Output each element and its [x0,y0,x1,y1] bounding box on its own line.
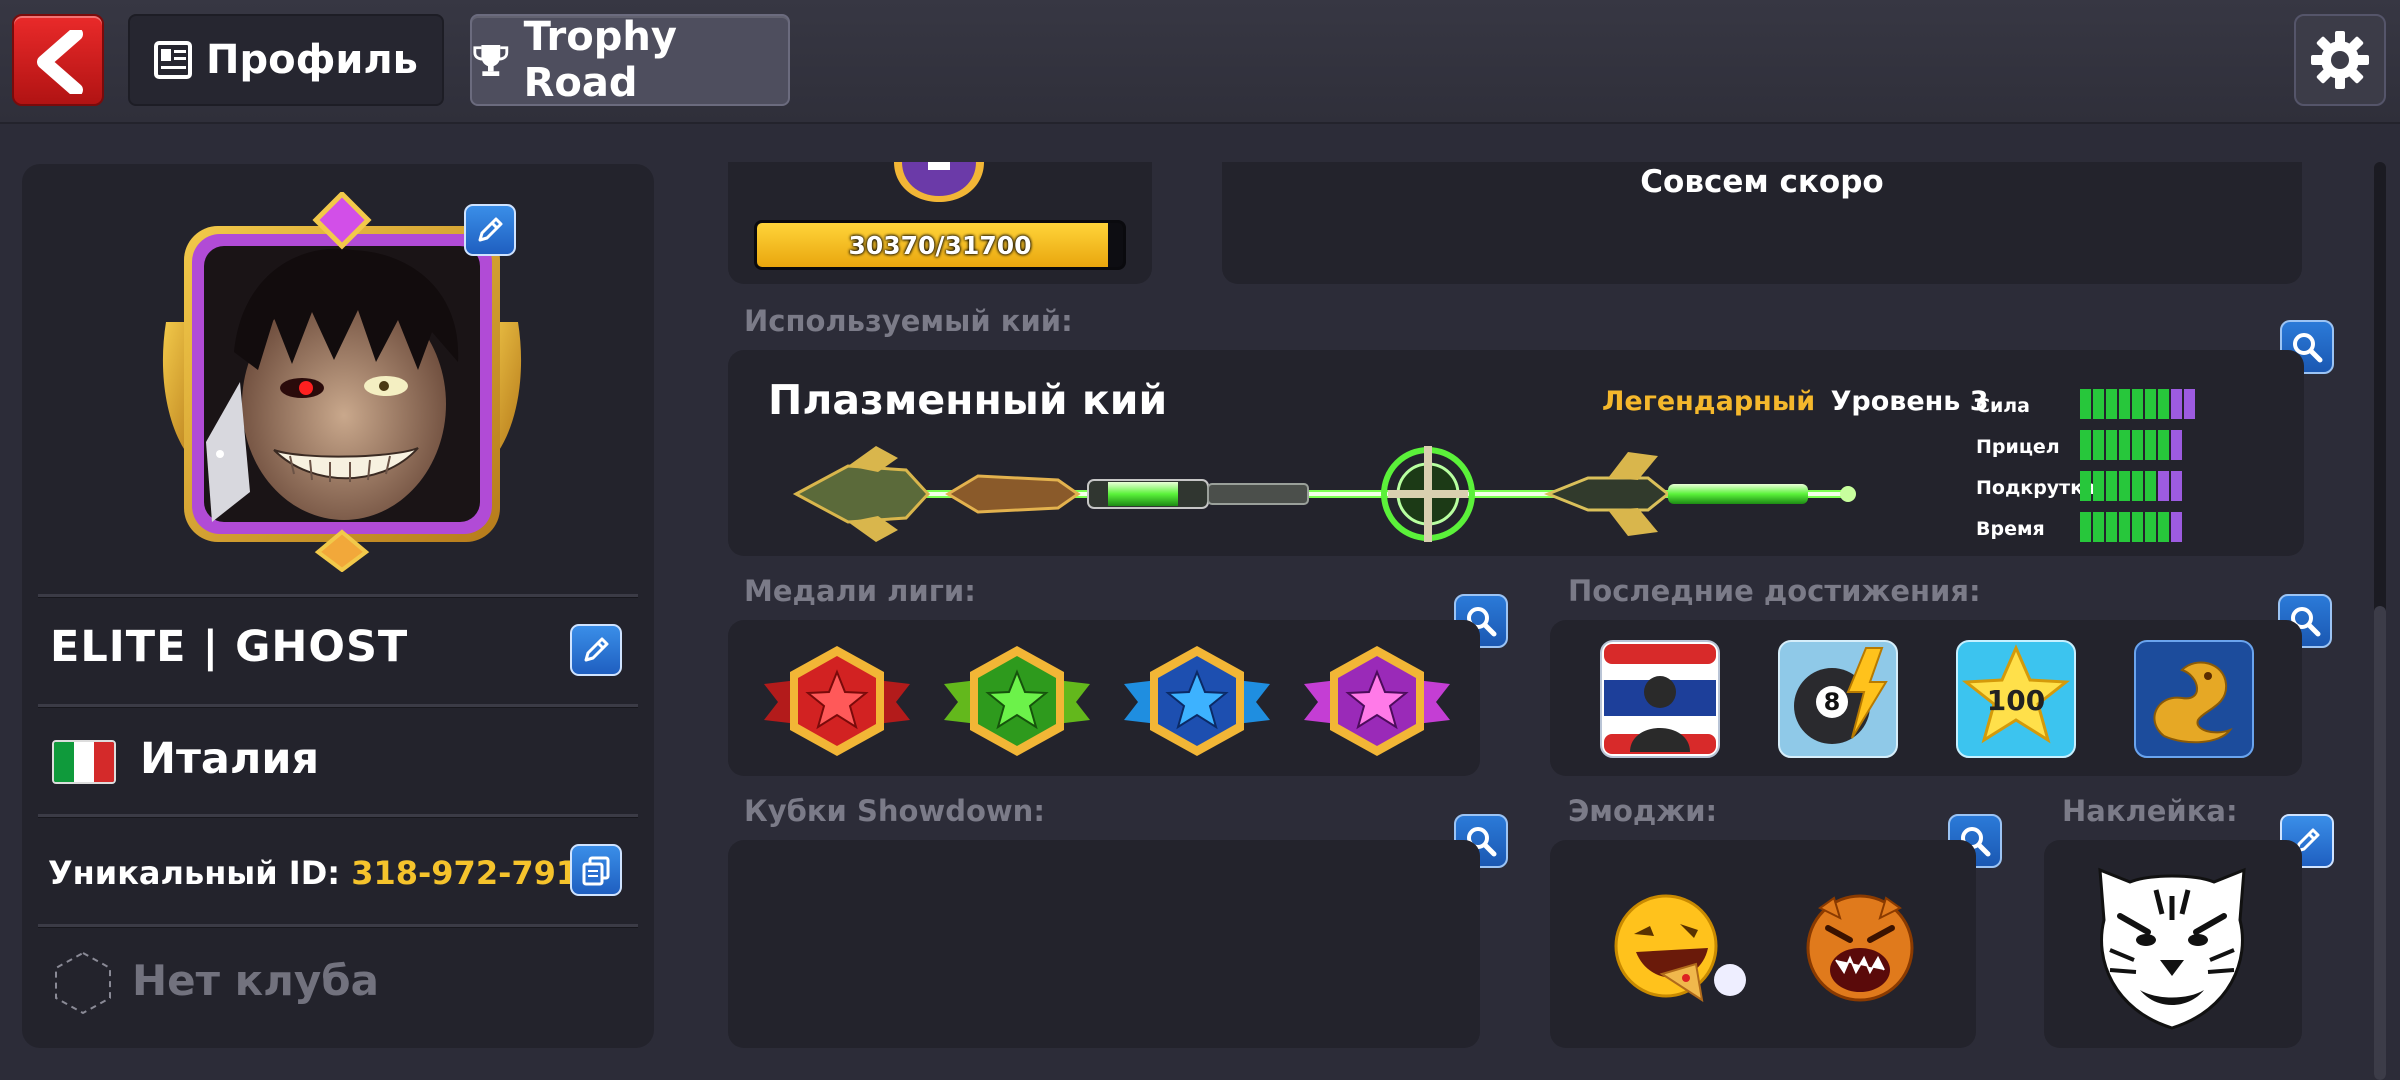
xp-progress-text: 30370/31700 [848,230,1032,260]
scrollbar-thumb[interactable] [2374,606,2386,1080]
stat-cell-upgrade [2171,512,2182,542]
stat-bar [2080,430,2184,464]
cue-stats: Сила Прицел Подкрутка Время [1976,386,2296,556]
stat-label: Время [1976,518,2045,540]
coming-soon-card: Совсем скоро [1222,162,2302,284]
red-star-medal-icon[interactable] [764,644,910,760]
stat-bar [2080,471,2184,505]
stat-label: Подкрутка [1976,477,2096,499]
stat-cell-filled [2158,430,2169,460]
green-star-medal-icon[interactable] [944,644,1090,760]
svg-text:8: 8 [1824,688,1841,716]
league-medals-card [728,620,1480,776]
cue-rarity-level: Легендарный Уровень 3 [1602,386,1989,417]
stat-row-time: Время [1976,509,2184,549]
cue-card: Плазменный кий Легендарный Уровень 3 Сил… [728,350,2304,556]
level-badge-icon [894,162,984,202]
100-star-achievement-icon[interactable]: 100 [1956,640,2076,758]
angry-tiger-emoji-icon[interactable] [1800,888,1920,1008]
stat-label: Сила [1976,395,2030,417]
stat-cell-filled [2119,389,2130,419]
stat-cell-filled [2093,430,2104,460]
showdown-section-label: Кубки Showdown: [744,794,1045,828]
stat-cell-upgrade [2171,430,2182,460]
stat-cell-upgrade [2158,471,2169,501]
stat-cell-filled [2145,471,2156,501]
stat-cell-filled [2132,389,2143,419]
emoji-section-label: Эмоджи: [1568,794,1718,828]
stat-row-aim: Прицел [1976,427,2184,467]
stat-cell-filled [2145,512,2156,542]
stat-cell-filled [2132,430,2143,460]
8-ball-lightning-achievement-icon[interactable]: 8 [1778,640,1898,758]
stat-cell-filled [2106,389,2117,419]
stat-row-power: Сила [1976,386,2197,426]
league-section-label: Медали лиги: [744,574,976,608]
xp-progress-bar: 30370/31700 [754,220,1126,270]
laughing-pizza-emoji-icon[interactable] [1610,890,1750,1010]
sticker-section-label: Наклейка: [2062,794,2238,828]
cue-rarity: Легендарный [1602,386,1816,417]
level-card: 30370/31700 [728,162,1152,284]
stat-cell-filled [2106,471,2117,501]
sticker-card [2044,840,2302,1048]
stat-cell-filled [2119,512,2130,542]
stat-bar [2080,512,2184,546]
thailand-flag-achievement-icon[interactable] [1600,640,1720,758]
stat-cell-filled [2080,512,2091,542]
purple-star-medal-icon[interactable] [1304,644,1450,760]
stat-cell-filled [2106,430,2117,460]
stat-cell-filled [2093,389,2104,419]
stat-cell-filled [2132,471,2143,501]
blue-star-medal-icon[interactable] [1124,644,1270,760]
stat-cell-filled [2119,471,2130,501]
cue-level: Уровень 3 [1830,386,1989,417]
plasma-cue-image [792,446,1856,542]
showdown-card [728,840,1480,1048]
stat-cell-filled [2132,512,2143,542]
stat-bar [2080,389,2197,423]
achievements-section-label: Последние достижения: [1568,574,1981,608]
emoji-card [1550,840,1976,1048]
stat-cell-filled [2106,512,2117,542]
stat-cell-upgrade [2184,389,2195,419]
achievement-star-text: 100 [1987,684,2045,717]
cue-section-label: Используемый кий: [744,304,1073,338]
achievements-card: 8 100 [1550,620,2302,776]
stat-row-spin: Подкрутка [1976,468,2184,508]
stat-cell-filled [2080,389,2091,419]
stat-cell-filled [2093,471,2104,501]
stat-cell-filled [2145,389,2156,419]
cue-name: Плазменный кий [768,376,1168,424]
stat-cell-filled [2158,512,2169,542]
white-tiger-sticker-icon[interactable] [2090,860,2254,1032]
profile-content: 30370/31700 Совсем скоро Используемый ки… [0,0,2400,1080]
coming-soon-text: Совсем скоро [1640,164,1884,200]
stat-cell-filled [2119,430,2130,460]
golden-dragon-achievement-icon[interactable] [2134,640,2254,758]
stat-cell-filled [2158,389,2169,419]
stat-cell-filled [2145,430,2156,460]
stat-cell-filled [2080,430,2091,460]
stat-cell-upgrade [2171,389,2182,419]
stat-cell-filled [2093,512,2104,542]
stat-cell-filled [2080,471,2091,501]
stat-label: Прицел [1976,436,2060,458]
stat-cell-upgrade [2171,471,2182,501]
